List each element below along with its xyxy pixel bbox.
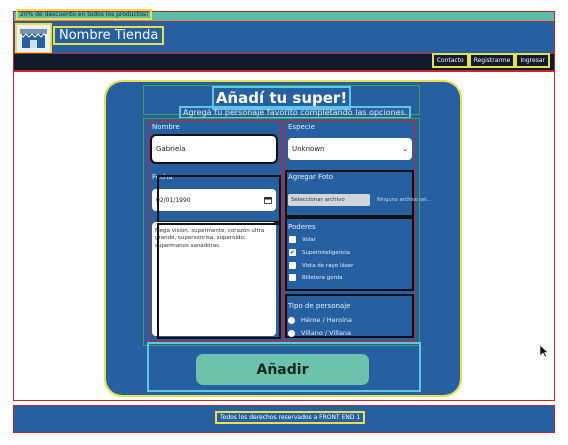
power-option-superinteligencia[interactable]: ✔ Superinteligencia — [289, 249, 350, 256]
checkmark-icon[interactable]: ✔ — [289, 249, 296, 256]
character-type-label: Tipo de personaje — [288, 302, 351, 310]
name-label: Nombre — [152, 123, 180, 131]
store-name[interactable]: Nombre Tienda — [52, 26, 165, 45]
promo-text: 20% de descuento en todos los productos! — [15, 9, 153, 20]
nav-link-registrarme[interactable]: Registrarme — [468, 53, 516, 68]
page: 20% de descuento en todos los productos!… — [0, 0, 568, 445]
species-label: Especie — [288, 123, 315, 131]
promo-bar: 20% de descuento en todos los productos! — [13, 9, 555, 23]
navbar: Contacto Registrarme Ingresar — [13, 53, 555, 71]
file-status: Ninguno archivo sel... — [377, 197, 432, 203]
name-input[interactable]: Gabriela — [150, 134, 278, 164]
checkbox[interactable] — [289, 236, 296, 243]
power-label: Volar — [302, 236, 316, 243]
date-field-frame — [157, 175, 281, 223]
chevron-down-icon: ⌄ — [402, 145, 408, 153]
photo-label: Agregar Foto — [288, 173, 334, 181]
radio-selected[interactable] — [288, 316, 295, 324]
nav-link-ingresar[interactable]: Ingresar — [515, 53, 550, 68]
power-option-volar[interactable]: Volar — [289, 236, 316, 243]
storefront-icon[interactable] — [15, 23, 52, 54]
power-label: Billetera gorda — [302, 274, 343, 281]
type-option-heroe[interactable]: Héroe / Heroína — [288, 316, 352, 324]
powers-label: Poderes — [288, 223, 316, 231]
checkbox[interactable] — [289, 262, 296, 269]
checkbox[interactable] — [289, 274, 296, 281]
choose-file-button[interactable]: Seleccionar archivo — [288, 194, 370, 206]
type-label: Villano / Villana — [301, 329, 351, 337]
submit-button[interactable]: Añadir — [196, 354, 369, 385]
type-label: Héroe / Heroína — [301, 316, 353, 324]
type-option-villano[interactable]: Villano / Villana — [288, 329, 351, 337]
nav-links: Contacto Registrarme Ingresar — [431, 53, 550, 68]
nav-link-contacto[interactable]: Contacto — [431, 53, 469, 68]
form-title: Añadí tu super! — [211, 86, 352, 110]
species-value: Unknown — [292, 145, 325, 153]
header: Nombre Tienda — [13, 21, 555, 55]
power-label: Vista de rayo láser — [302, 262, 354, 269]
form-subtitle: Agregá tu personaje favorito completando… — [178, 106, 412, 119]
footer: Todos los derechos reservados a FRONT EN… — [13, 405, 555, 433]
description-field-frame — [157, 223, 281, 339]
radio[interactable] — [288, 329, 295, 337]
power-label: Superinteligencia — [302, 249, 351, 256]
footer-text: Todos los derechos reservados a FRONT EN… — [214, 411, 366, 424]
species-select[interactable]: Unknown ⌄ — [288, 138, 412, 160]
power-option-billetera[interactable]: Billetera gorda — [289, 274, 343, 281]
power-option-vista-laser[interactable]: Vista de rayo láser — [289, 262, 353, 269]
